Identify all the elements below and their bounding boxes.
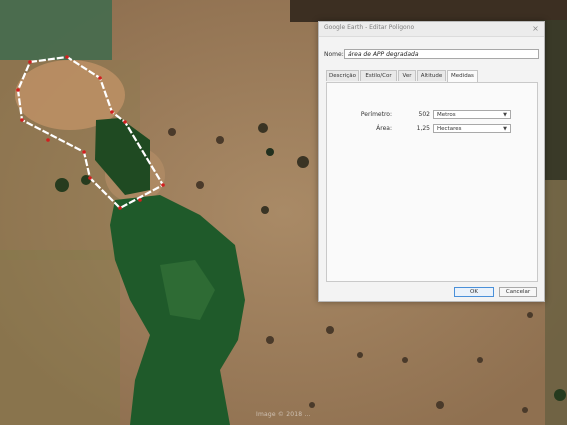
imagery-watermark: Image © 2018 ... <box>256 411 311 418</box>
name-field[interactable]: área de APP degradada <box>344 49 539 59</box>
chevron-down-icon: ▼ <box>503 126 507 132</box>
area-label: Área: <box>376 125 392 132</box>
area-value: 1,25 <box>416 125 430 132</box>
perimeter-unit-select[interactable]: Metros ▼ <box>433 110 511 119</box>
perimeter-unit-value: Metros <box>437 112 456 118</box>
tab-descricao[interactable]: Descrição <box>326 70 359 81</box>
tab-medidas[interactable]: Medidas <box>447 70 478 82</box>
tab-estilo-cor[interactable]: Estilo/Cor <box>360 70 397 81</box>
edit-polygon-dialog: Google Earth - Editar Polígono × Nome: á… <box>318 21 545 302</box>
ok-button[interactable]: OK <box>454 287 494 297</box>
cancel-button[interactable]: Cancelar <box>499 287 537 297</box>
dialog-titlebar[interactable]: Google Earth - Editar Polígono × <box>319 22 544 37</box>
name-row: Nome: área de APP degradada <box>324 49 539 60</box>
close-icon[interactable]: × <box>531 24 540 33</box>
measures-panel: Perímetro: 502 Metros ▼ Área: 1,25 Hecta… <box>326 82 538 282</box>
tab-ver[interactable]: Ver <box>398 70 416 81</box>
name-label: Nome: <box>324 51 344 58</box>
chevron-down-icon: ▼ <box>503 112 507 118</box>
area-unit-select[interactable]: Hectares ▼ <box>433 124 511 133</box>
dialog-title: Google Earth - Editar Polígono <box>324 24 415 31</box>
perimeter-label: Perímetro: <box>360 111 392 118</box>
perimeter-value: 502 <box>418 111 430 118</box>
tab-altitude[interactable]: Altitude <box>417 70 446 81</box>
area-unit-value: Hectares <box>437 126 462 132</box>
